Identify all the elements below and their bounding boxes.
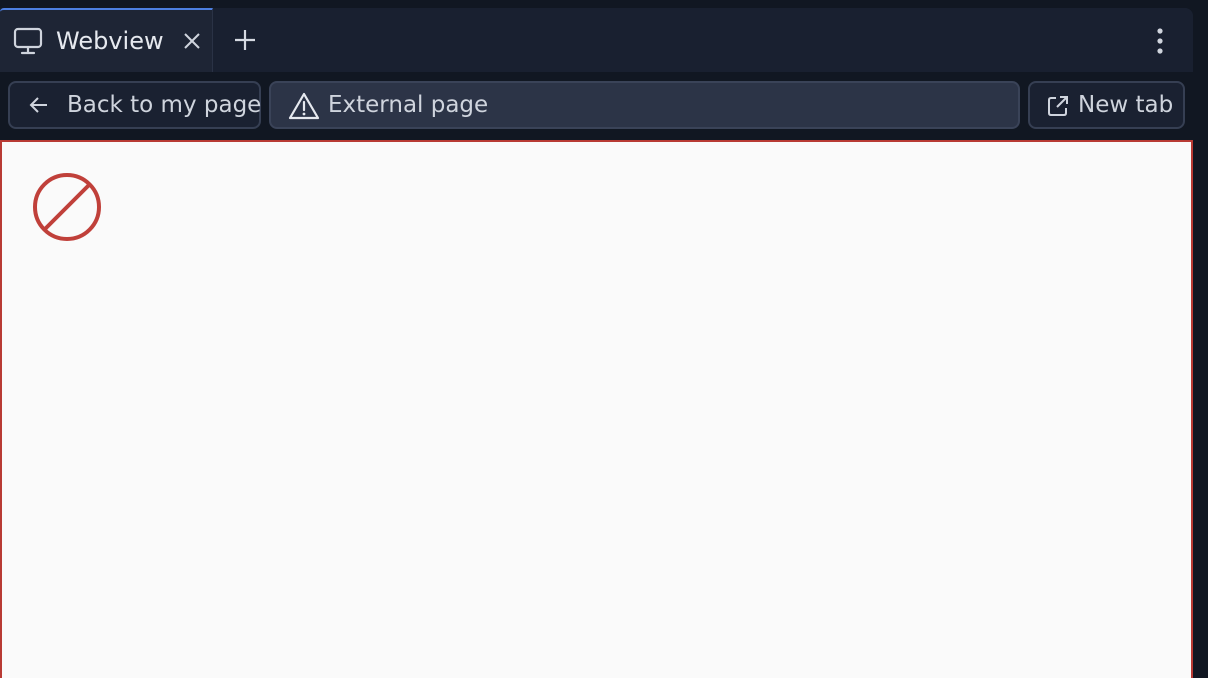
close-icon[interactable] [183, 32, 201, 50]
address-bar-label: External page [328, 92, 489, 118]
add-tab-icon[interactable] [233, 28, 257, 52]
address-bar[interactable]: External page [269, 81, 1020, 129]
monitor-icon [13, 27, 43, 55]
arrow-left-icon [29, 97, 47, 113]
blocked-icon [33, 173, 101, 241]
back-to-my-page-button[interactable]: Back to my page [8, 81, 261, 129]
external-link-icon [1048, 96, 1068, 116]
webview-window: Webview Back to my page External page Ne… [0, 8, 1193, 678]
back-button-label: Back to my page [67, 92, 262, 118]
open-in-new-tab-button[interactable]: New tab [1028, 81, 1185, 129]
tab-webview[interactable]: Webview [0, 8, 213, 72]
tab-bar: Webview [0, 8, 1193, 72]
more-options-icon[interactable] [1152, 26, 1168, 56]
webview-toolbar: Back to my page External page New tab [0, 72, 1193, 140]
tab-title: Webview [56, 27, 164, 55]
new-tab-label: New tab [1078, 92, 1174, 118]
warning-icon [288, 92, 320, 120]
webview-content [0, 140, 1193, 678]
